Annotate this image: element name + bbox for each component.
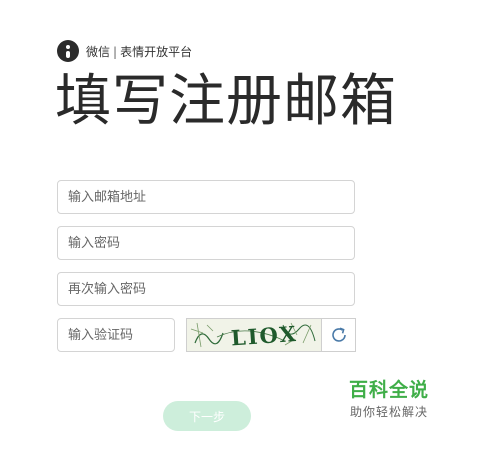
- email-field[interactable]: [57, 180, 355, 214]
- refresh-captcha-button[interactable]: [321, 319, 355, 351]
- watermark: 百科全说 助你轻松解决: [349, 378, 429, 420]
- watermark-title: 百科全说: [349, 379, 430, 401]
- brand-separator: |: [113, 44, 118, 59]
- captcha-image[interactable]: LIOX: [187, 319, 321, 351]
- refresh-icon: [331, 327, 346, 342]
- confirm-password-field[interactable]: [57, 272, 355, 306]
- captcha-text: LIOX: [230, 321, 298, 351]
- brand-name: 微信: [86, 44, 111, 59]
- brand-platform: 表情开放平台: [120, 44, 193, 59]
- wechat-logo-icon: [57, 40, 79, 62]
- brand-header: 微信 | 表情开放平台: [57, 40, 192, 62]
- watermark-subtitle: 助你轻松解决: [350, 405, 429, 419]
- next-step-button[interactable]: 下一步: [163, 401, 251, 431]
- brand-text: 微信 | 表情开放平台: [86, 43, 192, 60]
- captcha-graphic: LIOX: [190, 321, 316, 351]
- password-field[interactable]: [57, 226, 355, 260]
- captcha-field[interactable]: [57, 318, 175, 352]
- page-title: 填写注册邮箱: [55, 69, 397, 134]
- captcha-widget: LIOX: [186, 318, 356, 352]
